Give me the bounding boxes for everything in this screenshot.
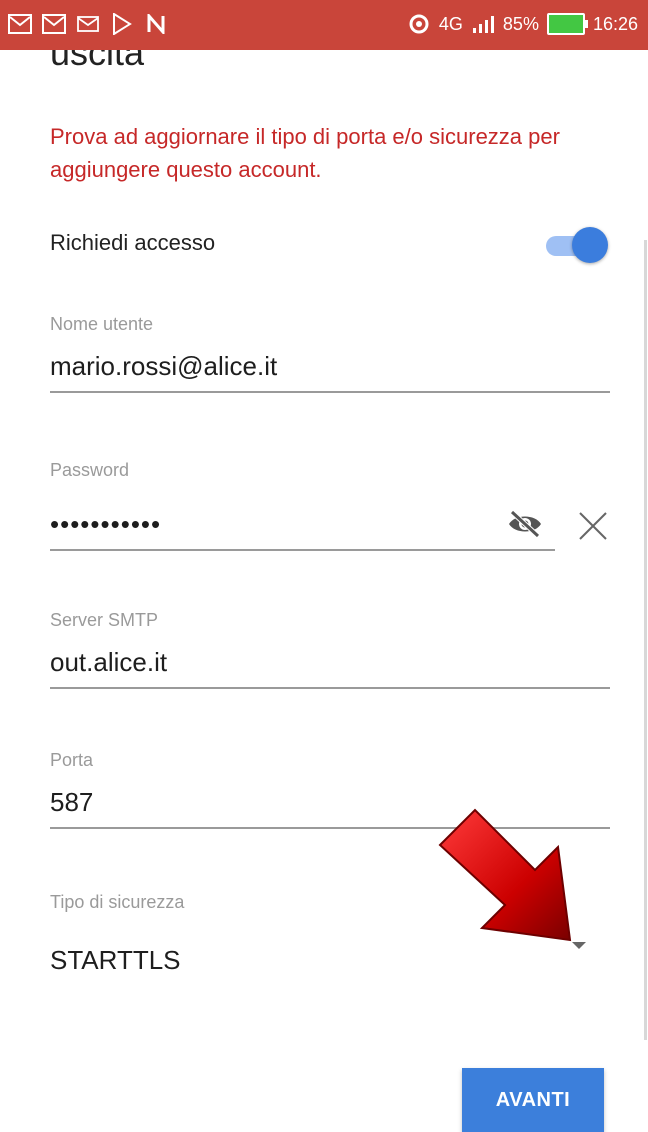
battery-level: 85% [502,14,539,34]
battery-charging-icon [546,13,588,35]
notification-icons [8,12,168,36]
clear-password-icon[interactable] [575,508,611,544]
port-label: Porta [50,750,94,770]
hide-password-icon[interactable] [505,508,545,540]
gmail-icon [42,12,66,36]
smtp-server-underline [50,687,610,689]
toggle-thumb [572,227,608,263]
username-label: Nome utente [50,314,154,334]
security-type-select[interactable]: STARTTLS [50,943,610,977]
port-input[interactable]: 587 [50,785,610,819]
require-signin-row: Richiedi accesso [50,222,610,266]
status-bar: 4G 85% 16:26 [0,0,648,50]
system-status: 4G 85% 16:26 [407,12,638,36]
network-type: 4G [438,14,463,34]
port-field[interactable]: Porta 587 [50,750,610,829]
port-underline [50,827,610,829]
email-icon [76,12,100,36]
next-button[interactable]: AVANTI [462,1068,604,1132]
smtp-server-label: Server SMTP [50,610,159,630]
smtp-server-input[interactable]: out.alice.it [50,645,610,679]
play-store-icon [110,12,134,36]
n-icon [144,12,168,36]
username-field[interactable]: Nome utente mario.rossi@alice.it [50,314,610,393]
password-field[interactable]: Password ••••••••••• [50,460,555,551]
security-type-label: Tipo di sicurezza [50,892,185,912]
security-type-field[interactable]: Tipo di sicurezza STARTTLS [50,892,610,977]
scrollbar[interactable] [644,240,647,1040]
error-message: Prova ad aggiornare il tipo di porta e/o… [50,124,560,182]
username-underline [50,391,610,393]
password-label: Password [50,460,130,480]
require-signin-label: Richiedi accesso [50,230,216,255]
smtp-server-field[interactable]: Server SMTP out.alice.it [50,610,610,689]
clock: 16:26 [592,14,638,34]
sync-icon [407,12,431,36]
username-input[interactable]: mario.rossi@alice.it [50,349,610,383]
password-input[interactable]: ••••••••••• [50,507,555,541]
dropdown-arrow-icon[interactable] [572,942,586,949]
password-underline [50,549,555,551]
signal-icon [471,12,495,36]
require-signin-toggle[interactable] [544,226,608,264]
gmail-icon [8,12,32,36]
